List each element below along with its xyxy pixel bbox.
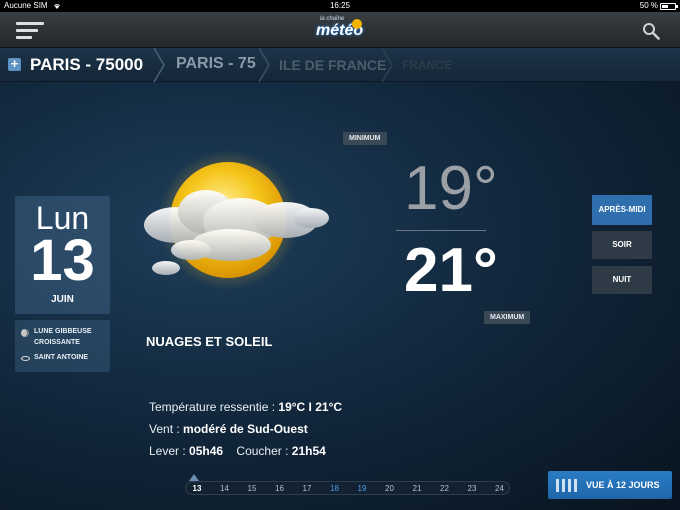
- saint-of-day: SAINT ANTOINE: [34, 354, 89, 361]
- moon-phase-text: LUNE GIBBEUSE CROISSANTE: [34, 326, 92, 348]
- temperature-maximum: 21°: [404, 236, 498, 305]
- wind-label: Vent :: [149, 422, 180, 436]
- forecast-12-days-button[interactable]: VUE À 12 JOURS: [548, 471, 672, 499]
- timeline-day[interactable]: 22: [435, 484, 455, 493]
- timeline-day[interactable]: 24: [490, 484, 510, 493]
- menu-line-icon: [16, 29, 38, 32]
- chevron-right-icon: [381, 48, 393, 82]
- day-timeline[interactable]: 13 14 15 16 17 18 19 20 21 22 23 24: [185, 481, 510, 495]
- felt-temperature-value: 19°C I 21°C: [278, 400, 343, 414]
- chevron-right-icon: [153, 48, 165, 82]
- timeline-day[interactable]: 13: [187, 484, 207, 493]
- timeline-day[interactable]: 18: [325, 484, 345, 493]
- felt-temperature-row: Température ressentie : 19°C I 21°C: [149, 400, 342, 414]
- timeline-day[interactable]: 20: [380, 484, 400, 493]
- top-bar: la chaîne météo: [0, 12, 680, 48]
- date-number: 13: [30, 228, 95, 293]
- timeline-day[interactable]: 15: [242, 484, 262, 493]
- breadcrumb-department[interactable]: PARIS - 75: [176, 55, 256, 73]
- clock: 16:25: [329, 1, 351, 10]
- breadcrumb-country[interactable]: FRANCE: [402, 58, 452, 72]
- sunrise-label: Lever :: [149, 444, 186, 458]
- add-favorite-button[interactable]: +: [8, 57, 21, 71]
- wind-row: Vent : modéré de Sud-Ouest: [149, 422, 308, 436]
- menu-line-icon: [16, 22, 44, 25]
- app-logo[interactable]: la chaîne météo: [312, 16, 368, 44]
- temperature-divider: [396, 230, 486, 231]
- felt-temperature-label: Température ressentie :: [149, 400, 276, 414]
- timeline-marker-icon: [189, 474, 199, 481]
- forecast-12-days-label: VUE À 12 JOURS: [586, 480, 660, 490]
- wind-value: modéré de Sud-Ouest: [183, 422, 308, 436]
- temperature-minimum: 19°: [404, 154, 498, 223]
- battery-percent: 50 %: [639, 1, 658, 10]
- date-month: JUIN: [51, 294, 74, 305]
- battery-icon: [660, 3, 678, 10]
- moon-phase-line2: CROISSANTE: [34, 339, 80, 346]
- moon-phase-icon: [21, 329, 29, 337]
- sunrise-value: 05h46: [189, 444, 224, 458]
- status-bar: Aucune SIM 16:25 50 %: [0, 0, 680, 12]
- logo-sun-icon: [352, 19, 362, 29]
- sun-cloud-icon: [144, 150, 329, 290]
- calendar-bars-icon: [556, 479, 578, 492]
- weather-condition: NUAGES ET SOLEIL: [146, 334, 273, 349]
- chevron-right-icon: [258, 48, 270, 82]
- breadcrumb: + PARIS - 75000 PARIS - 75 ILE DE FRANCE…: [0, 48, 680, 82]
- period-evening-button[interactable]: SOIR: [592, 231, 652, 259]
- ephemeris-card: LUNE GIBBEUSE CROISSANTE SAINT ANTOINE: [15, 320, 110, 372]
- timeline-day[interactable]: 19: [352, 484, 372, 493]
- period-afternoon-button[interactable]: APRÈS-MIDI: [592, 195, 652, 225]
- breadcrumb-region[interactable]: ILE DE FRANCE: [279, 57, 386, 73]
- timeline-day[interactable]: 16: [270, 484, 290, 493]
- minimum-tag: MINIMUM: [343, 132, 387, 145]
- halo-icon: [21, 356, 30, 361]
- maximum-tag: MAXIMUM: [484, 311, 531, 324]
- menu-line-icon: [16, 36, 32, 39]
- menu-button[interactable]: [16, 22, 44, 40]
- timeline-day[interactable]: 21: [407, 484, 427, 493]
- date-card: Lun 13 JUIN: [15, 196, 110, 314]
- timeline-day[interactable]: 23: [462, 484, 482, 493]
- sun-times-row: Lever : 05h46 Coucher : 21h54: [149, 444, 326, 458]
- sunset-value: 21h54: [291, 444, 326, 458]
- timeline-day[interactable]: 14: [215, 484, 235, 493]
- moon-phase-line1: LUNE GIBBEUSE: [34, 328, 92, 335]
- period-night-button[interactable]: NUIT: [592, 266, 652, 294]
- breadcrumb-city[interactable]: PARIS - 75000: [30, 55, 143, 75]
- search-icon[interactable]: [642, 22, 660, 40]
- timeline-day[interactable]: 17: [297, 484, 317, 493]
- sunset-label: Coucher :: [236, 444, 289, 458]
